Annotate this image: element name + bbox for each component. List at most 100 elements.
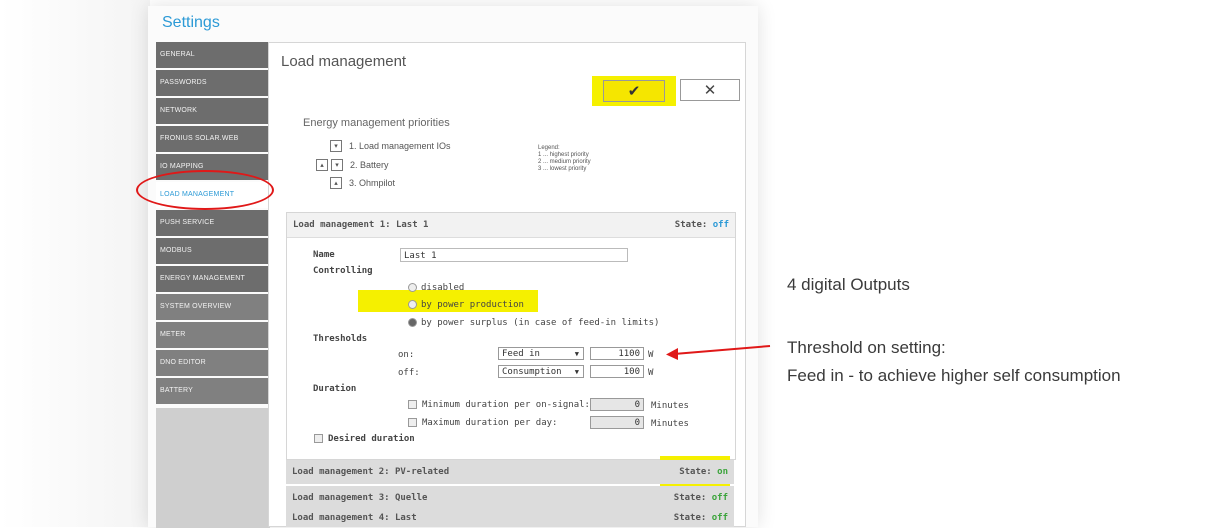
save-button-highlight: ✔ — [592, 76, 676, 106]
lm1-header[interactable]: Load management 1: Last 1 State: off — [287, 213, 735, 238]
cancel-button[interactable]: ✕ — [680, 79, 740, 101]
note-threshold-1: Threshold on setting: — [787, 338, 946, 357]
note-outputs: 4 digital Outputs — [787, 275, 910, 294]
legend-title: Legend: — [538, 145, 560, 151]
priority-row-2: ▴ ▾ 2. Battery — [316, 159, 389, 171]
load-management-2[interactable]: Load management 2: PV-related State: on — [286, 460, 734, 484]
move-down-icon[interactable]: ▾ — [331, 159, 343, 171]
priority-label: 2. Battery — [350, 160, 389, 170]
settings-title: Settings — [162, 14, 220, 31]
sidebar-item-network[interactable]: NETWORK — [156, 98, 270, 124]
lm3-state: State: off — [674, 486, 728, 510]
lm1-state: State: off — [675, 213, 729, 237]
desired-duration-row[interactable]: Desired duration — [314, 434, 415, 444]
option-disabled[interactable]: disabled — [408, 283, 464, 293]
legend-line: 1 ... highest priority — [538, 152, 589, 158]
load-management-4[interactable]: Load management 4: Last State: off — [286, 510, 734, 527]
select-value: Feed in — [502, 349, 540, 359]
off-value-input[interactable]: 100 — [590, 365, 644, 378]
sidebar: GENERAL PASSWORDS NETWORK FRONIUS SOLAR.… — [156, 42, 270, 528]
state-value: off — [712, 220, 729, 230]
option-label: by power production — [421, 300, 524, 310]
priority-label: 3. Ohmpilot — [349, 178, 396, 188]
option-power-surplus[interactable]: by power surplus (in case of feed-in lim… — [408, 318, 659, 328]
off-select[interactable]: Consumption ▼ — [498, 365, 584, 378]
sidebar-item-passwords[interactable]: PASSWORDS — [156, 70, 270, 96]
desired-duration-label: Desired duration — [328, 434, 415, 444]
min-duration-label: Minimum duration per on-signal: — [422, 400, 590, 410]
on-unit: W — [648, 350, 654, 360]
radio-icon — [408, 300, 417, 309]
sidebar-item-solarweb[interactable]: FRONIUS SOLAR.WEB — [156, 126, 270, 152]
min-duration-input[interactable]: 0 — [590, 398, 644, 411]
priority-row-3: ▴ 3. Ohmpilot — [330, 177, 395, 189]
checkbox-icon — [408, 400, 417, 409]
lm4-title: Load management 4: Last — [292, 513, 417, 523]
sidebar-item-meter[interactable]: METER — [156, 322, 270, 348]
off-label: off: — [398, 368, 420, 378]
min-duration-row[interactable]: Minimum duration per on-signal: — [408, 400, 590, 410]
duration-label: Duration — [313, 384, 357, 394]
state-value: off — [711, 513, 728, 523]
name-input[interactable]: Last 1 — [400, 248, 628, 262]
slide-left-shade — [0, 0, 150, 527]
option-label: disabled — [421, 283, 465, 293]
sidebar-filler — [156, 408, 270, 528]
radio-icon — [408, 318, 417, 327]
caret-down-icon: ▼ — [574, 350, 579, 358]
off-unit: W — [648, 368, 654, 378]
lm1-title: Load management 1: Last 1 — [293, 220, 429, 230]
priority-label: 1. Load management IOs — [349, 141, 451, 151]
sidebar-item-system-overview[interactable]: SYSTEM OVERVIEW — [156, 294, 270, 320]
state-value: on — [717, 467, 728, 477]
panel-title: Load management — [281, 53, 407, 70]
state-label: State: — [674, 220, 708, 230]
legend-line: 3 ... lowest priority — [538, 166, 587, 172]
state-label: State: — [679, 467, 712, 477]
sidebar-item-general[interactable]: GENERAL — [156, 42, 270, 68]
max-duration-row[interactable]: Maximum duration per day: — [408, 418, 557, 428]
minutes-label: Minutes — [651, 401, 689, 411]
controlling-label: Controlling — [313, 266, 373, 276]
annotation-arrow-icon — [666, 345, 771, 360]
sidebar-item-dno-editor[interactable]: DNO EDITOR — [156, 350, 270, 376]
save-button[interactable]: ✔ — [603, 80, 665, 102]
radio-icon — [408, 283, 417, 292]
priorities-title: Energy management priorities — [303, 117, 450, 129]
sidebar-item-modbus[interactable]: MODBUS — [156, 238, 270, 264]
max-duration-label: Maximum duration per day: — [422, 418, 558, 428]
state-label: State: — [673, 513, 707, 523]
move-down-icon[interactable]: ▾ — [330, 140, 342, 152]
on-value-input[interactable]: 1100 — [590, 347, 644, 360]
thresholds-label: Thresholds — [313, 334, 368, 344]
checkbox-icon — [408, 418, 417, 427]
lm2-state: State: on — [679, 460, 728, 484]
option-power-production[interactable]: by power production — [408, 300, 524, 310]
sidebar-item-battery[interactable]: BATTERY — [156, 378, 270, 404]
on-label: on: — [398, 350, 415, 360]
checkmark-icon: ✔ — [627, 83, 641, 100]
move-up-icon[interactable]: ▴ — [330, 177, 342, 189]
lm4-state: State: off — [674, 510, 728, 527]
name-label: Name — [313, 250, 335, 260]
checkbox-icon — [314, 434, 323, 443]
priority-legend: Legend: 1 ... highest priority 2 ... med… — [538, 145, 591, 173]
annotation-circle — [136, 170, 274, 210]
option-label: by power surplus (in case of feed-in lim… — [421, 318, 660, 328]
lm2-title: Load management 2: PV-related — [292, 467, 450, 477]
move-up-icon[interactable]: ▴ — [316, 159, 328, 171]
state-value: off — [711, 493, 728, 503]
lm3-title: Load management 3: Quelle — [292, 493, 428, 503]
on-select[interactable]: Feed in ▼ — [498, 347, 584, 360]
sidebar-item-energy-management[interactable]: ENERGY MANAGEMENT — [156, 266, 270, 292]
max-duration-input[interactable]: 0 — [590, 416, 644, 429]
sidebar-item-push-service[interactable]: PUSH SERVICE — [156, 210, 270, 236]
state-label: State: — [673, 493, 707, 503]
load-management-3[interactable]: Load management 3: Quelle State: off — [286, 486, 734, 510]
note-threshold-2: Feed in - to achieve higher self consump… — [787, 366, 1121, 385]
priority-row-1: ▾ 1. Load management IOs — [330, 140, 451, 152]
minutes-label: Minutes — [651, 419, 689, 429]
legend-line: 2 ... medium priority — [538, 159, 591, 165]
caret-down-icon: ▼ — [574, 368, 579, 376]
select-value: Consumption — [502, 367, 562, 377]
